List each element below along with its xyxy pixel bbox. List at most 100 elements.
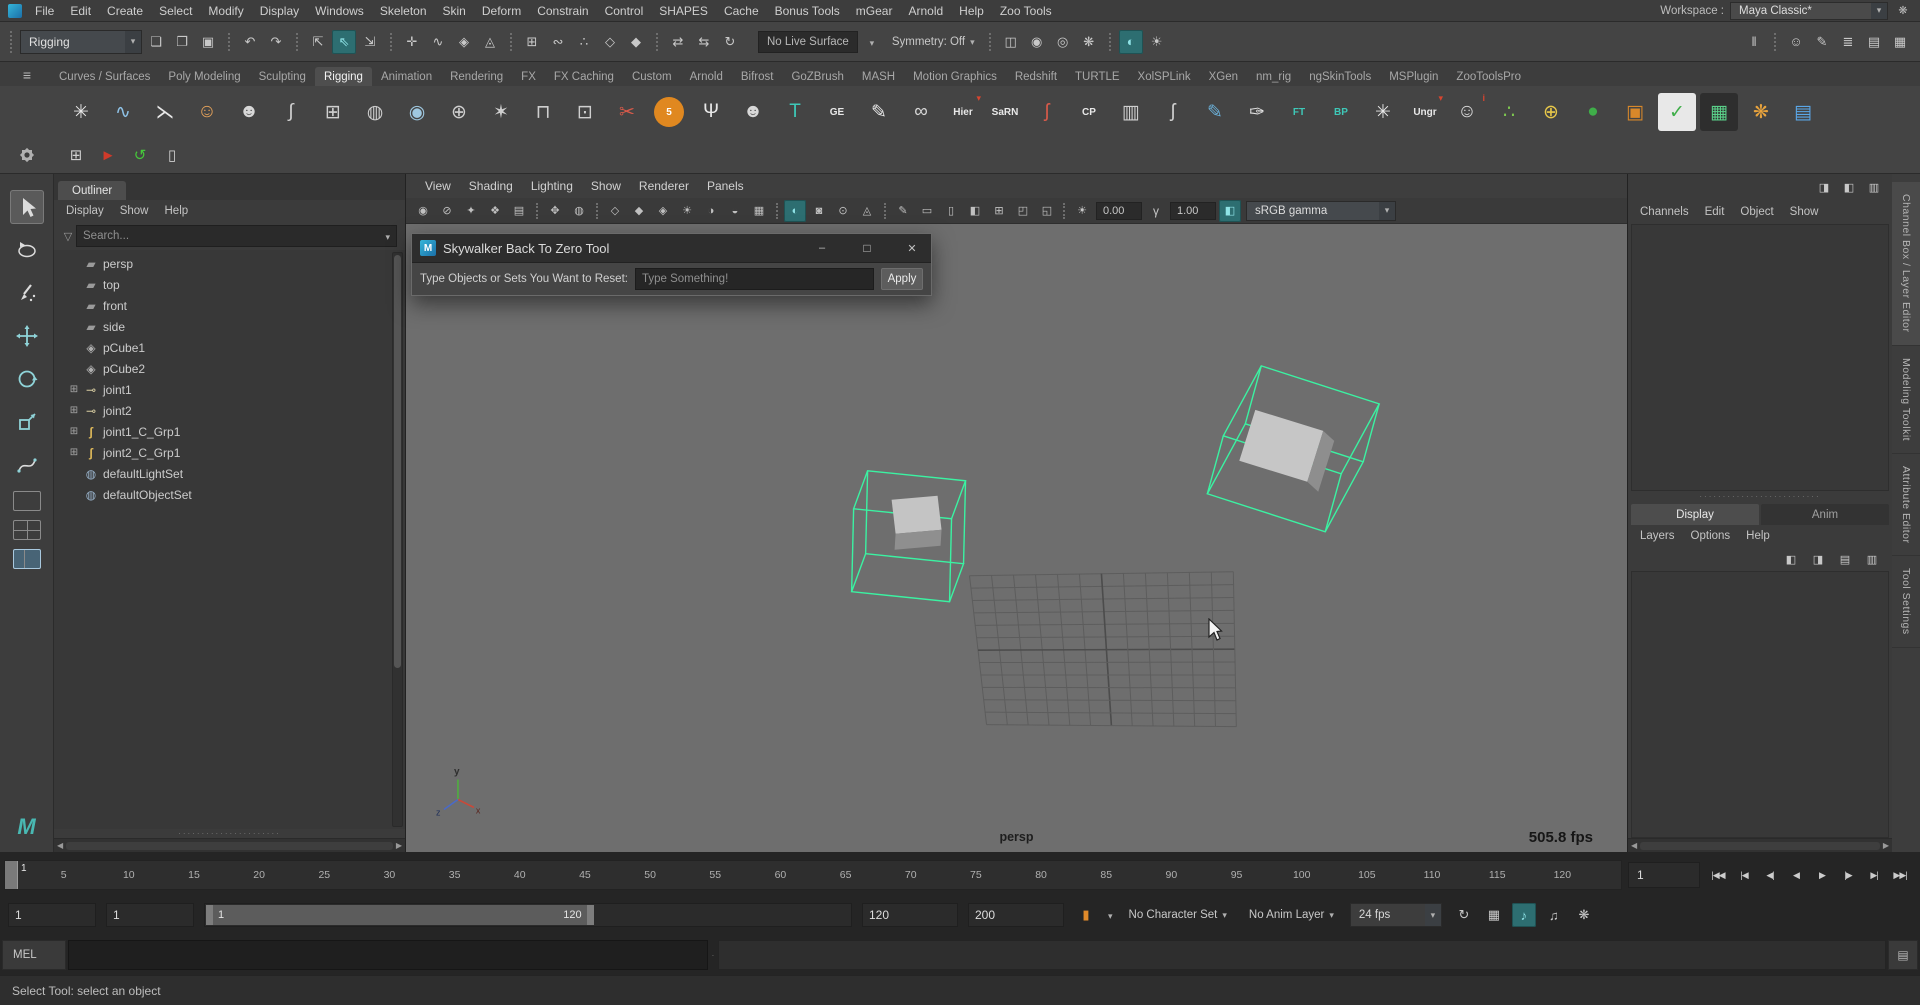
outliner-menu-item[interactable]: Display bbox=[58, 205, 112, 217]
menu-item[interactable]: mGear bbox=[849, 4, 900, 18]
rivet-icon[interactable]: ⊕ bbox=[440, 93, 478, 131]
move-grid-icon[interactable]: ⊞ bbox=[62, 141, 90, 169]
workspace-select[interactable]: Maya Classic* bbox=[1730, 1, 1888, 20]
cut-joint-icon[interactable]: ✂ bbox=[608, 93, 646, 131]
ge-icon[interactable]: GE bbox=[818, 93, 856, 131]
outliner-item[interactable]: persp bbox=[54, 253, 405, 274]
new-empty-layer-icon[interactable]: ▤ bbox=[1835, 549, 1855, 569]
select-component-icon[interactable]: ⇲ bbox=[358, 30, 382, 54]
cp-icon[interactable]: CP bbox=[1070, 93, 1108, 131]
pause-icon[interactable]: ‖ bbox=[1742, 30, 1766, 54]
menu-item[interactable]: File bbox=[28, 4, 61, 18]
layout-four-pane-button[interactable] bbox=[12, 520, 41, 540]
outliner-item[interactable]: side bbox=[54, 316, 405, 337]
poly-grid-icon[interactable]: ⊞ bbox=[314, 93, 352, 131]
live-surface-caret-icon[interactable] bbox=[860, 30, 884, 54]
expander[interactable] bbox=[66, 384, 82, 395]
command-line-grip[interactable]: · bbox=[710, 940, 716, 970]
character-set-icon[interactable]: ▮ bbox=[1074, 903, 1098, 927]
render-view-icon[interactable]: ◫ bbox=[988, 30, 1023, 54]
viewport-menu-item[interactable]: Panels bbox=[698, 179, 753, 193]
layer-editor-menu-item[interactable]: Help bbox=[1738, 530, 1778, 542]
outliner-panel-tab[interactable]: Outliner bbox=[58, 181, 127, 200]
safe-title-icon[interactable]: ◱ bbox=[1036, 200, 1058, 222]
playback-end-field[interactable] bbox=[862, 903, 958, 927]
menu-item[interactable]: Display bbox=[253, 4, 306, 18]
safe-action-icon[interactable]: ◰ bbox=[1012, 200, 1034, 222]
sidebar-tab[interactable]: Modeling Toolkit bbox=[1892, 346, 1920, 454]
script-editor-icon[interactable]: ▤ bbox=[1888, 940, 1918, 970]
teal-t-icon[interactable]: T bbox=[776, 93, 814, 131]
layout-outliner-persp-button[interactable] bbox=[12, 549, 41, 569]
menu-item[interactable]: Skeleton bbox=[373, 4, 434, 18]
shelf-tab[interactable]: TURTLE bbox=[1066, 67, 1129, 86]
outliner-item[interactable]: joint2 bbox=[54, 400, 405, 421]
grease-pencil-icon[interactable]: ✎ bbox=[884, 200, 914, 222]
layers-blue-icon[interactable]: ▤ bbox=[1784, 93, 1822, 131]
shelf-tab[interactable]: Bifrost bbox=[732, 67, 783, 86]
menu-item[interactable]: Select bbox=[152, 4, 199, 18]
layer-list[interactable] bbox=[1631, 571, 1889, 838]
menu-item[interactable]: Help bbox=[952, 4, 991, 18]
step-forward-key-button[interactable]: |▶ bbox=[1836, 862, 1860, 888]
new-layer-from-selected-icon[interactable]: ▥ bbox=[1862, 549, 1882, 569]
textured-icon[interactable]: ◈ bbox=[652, 200, 674, 222]
circle-lattice-icon[interactable]: ◍ bbox=[356, 93, 394, 131]
shelf-tab[interactable]: Rigging bbox=[314, 67, 372, 86]
snap-curve-icon[interactable]: ∾ bbox=[546, 30, 570, 54]
menu-item[interactable]: Cache bbox=[717, 4, 766, 18]
ungroup-icon[interactable]: Ungr ▾ bbox=[1406, 93, 1444, 131]
toolbox-grid-icon[interactable]: ▦ bbox=[1888, 30, 1912, 54]
command-language-button[interactable]: MEL bbox=[2, 940, 66, 970]
lights-icon[interactable]: ☀ bbox=[676, 200, 698, 222]
save-scene-icon[interactable]: ▣ bbox=[196, 30, 220, 54]
apply-button[interactable]: Apply bbox=[881, 268, 923, 290]
outliner-horizontal-scrollbar[interactable] bbox=[54, 838, 405, 852]
input-connections-icon[interactable]: ⇄ bbox=[656, 30, 690, 54]
layer-editor-menu-item[interactable]: Layers bbox=[1632, 530, 1683, 542]
play-forwards-button[interactable]: ▶ bbox=[1810, 862, 1834, 888]
menu-item[interactable]: Edit bbox=[63, 4, 98, 18]
filter-icon[interactable] bbox=[60, 230, 76, 243]
pose-editor-icon[interactable]: ✎ bbox=[1810, 30, 1834, 54]
menu-set-select[interactable]: Rigging bbox=[20, 29, 142, 54]
expander[interactable] bbox=[66, 426, 82, 437]
playback-loop-icon[interactable]: ↻ bbox=[1452, 903, 1476, 927]
five-ball-icon[interactable]: 5 bbox=[654, 97, 684, 127]
shelf-menu-icon[interactable] bbox=[4, 67, 50, 86]
checklist-icon[interactable]: ✓ bbox=[1658, 93, 1696, 131]
animation-start-field[interactable] bbox=[8, 903, 96, 927]
scrollbar-track[interactable] bbox=[1640, 841, 1880, 850]
render-settings-icon[interactable]: ❋ bbox=[1077, 30, 1101, 54]
ep-curve-icon[interactable]: ∿ bbox=[104, 93, 142, 131]
dialog-title-bar[interactable]: Skywalker Back To Zero Tool bbox=[412, 234, 931, 262]
open-scene-icon[interactable]: ❐ bbox=[170, 30, 194, 54]
expand-icon[interactable] bbox=[70, 384, 78, 395]
layer-editor-resize-handle[interactable] bbox=[1628, 491, 1892, 501]
toggle-attribute-editor-icon[interactable]: ◧ bbox=[1839, 177, 1859, 197]
sidebar-tab[interactable]: Attribute Editor bbox=[1892, 454, 1920, 557]
layer-horizontal-scrollbar[interactable] bbox=[1628, 838, 1892, 852]
undo-icon[interactable]: ↶ bbox=[228, 30, 262, 54]
outliner-item[interactable]: joint1 bbox=[54, 379, 405, 400]
expand-icon[interactable] bbox=[70, 447, 78, 458]
sidebar-tab[interactable]: Channel Box / Layer Editor bbox=[1892, 182, 1920, 346]
goggles-icon[interactable]: ∞ bbox=[902, 93, 940, 131]
menu-item[interactable]: Windows bbox=[308, 4, 371, 18]
light-editor-icon[interactable]: ☀ bbox=[1145, 30, 1169, 54]
person-info-icon[interactable]: ☺ i bbox=[1448, 93, 1486, 131]
menu-item[interactable]: Constrain bbox=[530, 4, 595, 18]
layer-editor-tab[interactable]: Anim bbox=[1761, 504, 1889, 525]
scroll-left-icon[interactable] bbox=[57, 841, 63, 850]
layer-editor-tab[interactable]: Display bbox=[1631, 504, 1759, 525]
shelf-tab[interactable]: GoZBrush bbox=[782, 67, 852, 86]
step-back-frame-button[interactable]: |◀ bbox=[1732, 862, 1756, 888]
rotate-tool-button[interactable] bbox=[10, 362, 44, 396]
gamma-icon[interactable] bbox=[1145, 200, 1167, 222]
mask-surfaces-icon[interactable]: ◈ bbox=[452, 30, 476, 54]
crate-icon[interactable]: ▣ bbox=[1616, 93, 1654, 131]
web-joints-icon[interactable]: ✶ bbox=[482, 93, 520, 131]
green-ball-icon[interactable]: ● bbox=[1574, 93, 1612, 131]
dark-grid-icon[interactable]: ▦ bbox=[1700, 93, 1738, 131]
viewport-menu-item[interactable]: Show bbox=[582, 179, 630, 193]
